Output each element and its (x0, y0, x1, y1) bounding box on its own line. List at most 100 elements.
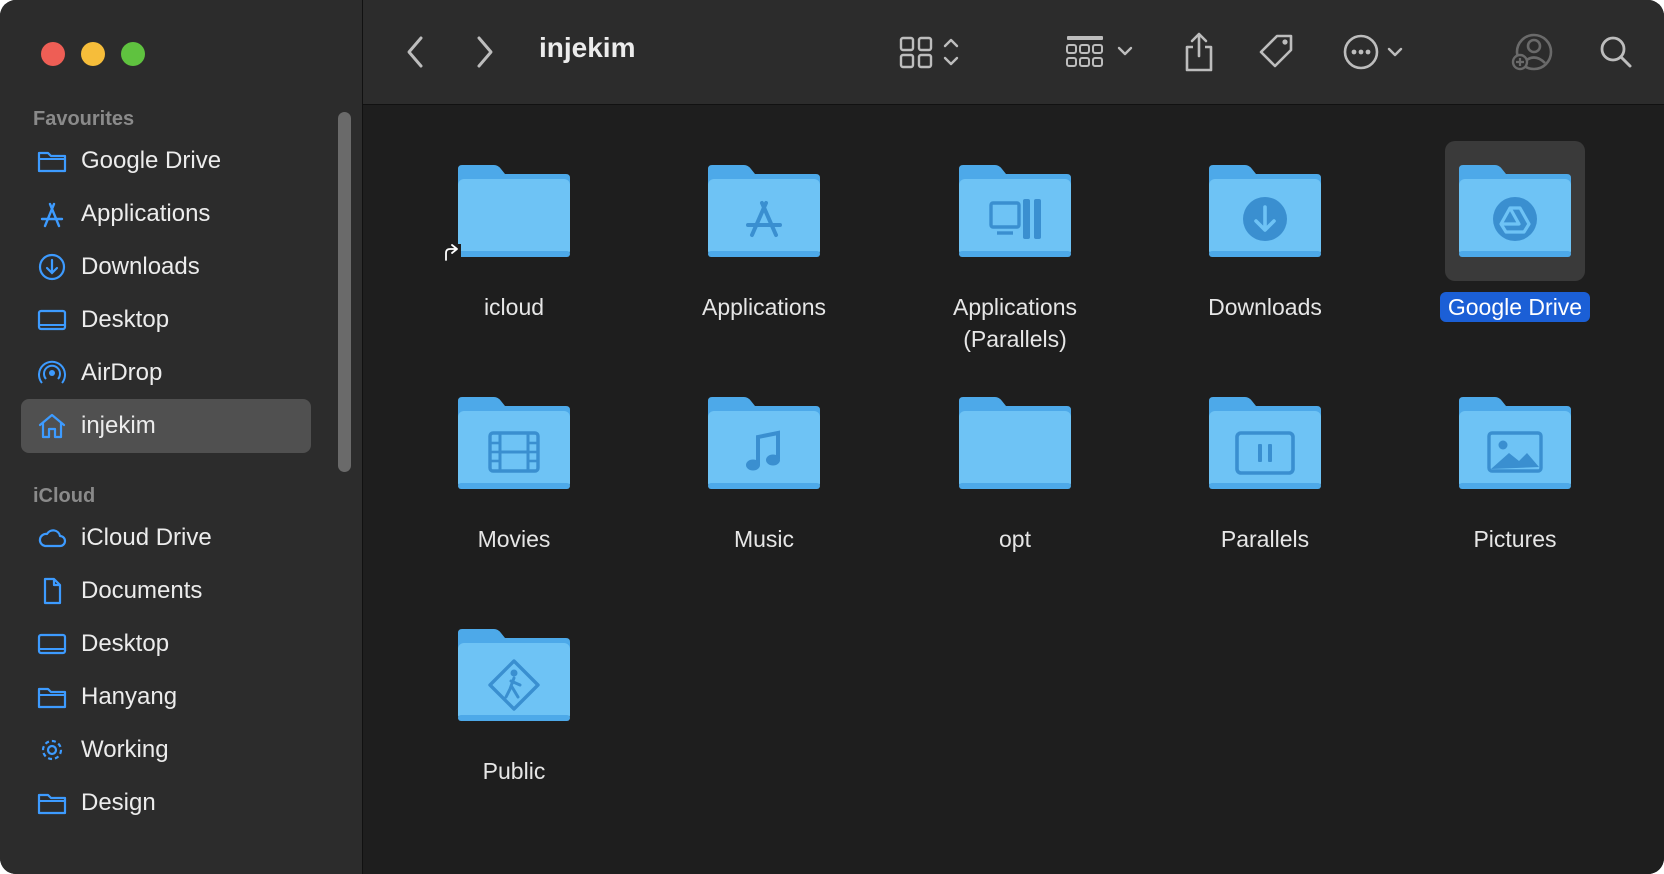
sidebar-item-label: Desktop (81, 306, 170, 333)
folder-item-icloud[interactable]: icloud (409, 141, 619, 361)
pictures-folder-icon (1459, 397, 1571, 489)
folder-icon-container (1195, 373, 1335, 513)
maximize-window-button[interactable] (121, 42, 145, 66)
minimize-window-button[interactable] (81, 42, 105, 66)
downloads-folder-icon (1209, 165, 1321, 257)
sidebar-item-label: Applications (81, 200, 211, 227)
favourites-heading: Favourites (33, 108, 135, 130)
sidebar-item-label: Design (81, 789, 156, 816)
sidebar-item-label: Google Drive (81, 147, 222, 174)
folder-item-opt[interactable]: opt (910, 373, 1120, 593)
music-folder-icon (708, 397, 820, 489)
grid-view-icon[interactable] (897, 30, 973, 74)
sidebar-item-airdrop[interactable]: AirDrop (21, 346, 311, 400)
folder-item-music[interactable]: Music (659, 373, 869, 593)
search-icon[interactable] (1596, 30, 1636, 74)
folder-item-parallels[interactable]: Parallels (1160, 373, 1370, 593)
sidebar-item-injekim[interactable]: injekim (21, 399, 311, 453)
folder-icon (37, 793, 67, 815)
share-icon[interactable] (1181, 30, 1217, 74)
desktop-icon (37, 309, 67, 331)
tag-icon[interactable] (1257, 30, 1297, 74)
more-icon[interactable] (1341, 30, 1411, 74)
back-icon[interactable] (403, 30, 429, 74)
sidebar-item-google-drive[interactable]: Google Drive (21, 134, 311, 188)
alias-arrow-icon (443, 244, 461, 262)
folder-label: Applications (Parallels) (952, 294, 1078, 352)
folder-label: icloud (483, 294, 545, 320)
sidebar-item-downloads[interactable]: Downloads (21, 240, 311, 294)
folder-label: Movies (477, 526, 551, 552)
sidebar-item-label: Downloads (81, 253, 200, 280)
folder-item-movies[interactable]: Movies (409, 373, 619, 593)
group-icon[interactable] (1065, 30, 1139, 74)
sidebar-item-desktop[interactable]: Desktop (21, 293, 311, 347)
google-drive-folder-icon (1459, 165, 1571, 257)
applications-folder-icon (708, 165, 820, 257)
movies-folder-icon (458, 397, 570, 489)
home-icon (38, 413, 66, 439)
sidebar-item-label: Documents (81, 577, 203, 604)
icloud-heading: iCloud (33, 485, 96, 507)
folder-icon-container (945, 373, 1085, 513)
airdrop-icon (38, 360, 66, 384)
sidebar-item-label: injekim (81, 412, 156, 439)
sidebar: Favourites Google Drive Applications Dow… (0, 0, 363, 874)
gear-icon (41, 739, 63, 761)
folder-icon-container (1195, 141, 1335, 281)
folder-label: Pictures (1473, 526, 1557, 552)
close-window-button[interactable] (41, 42, 65, 66)
folder-icon-container (694, 373, 834, 513)
sidebar-item-label: Hanyang (81, 683, 178, 710)
sidebar-item-applications[interactable]: Applications (21, 187, 311, 241)
folder-item-pictures[interactable]: Pictures (1410, 373, 1620, 593)
toolbar: injekim (363, 0, 1664, 105)
parallels-folder-icon (1209, 397, 1321, 489)
sidebar-item-hanyang[interactable]: Hanyang (21, 670, 311, 724)
folder-label: Parallels (1220, 526, 1310, 552)
sidebar-item-design[interactable]: Design (21, 776, 311, 830)
public-folder-icon (458, 629, 570, 721)
sidebar-scrollbar[interactable] (338, 112, 351, 472)
file-grid: icloud Applications Applications (Parall… (363, 105, 1664, 874)
window-title: injekim (539, 32, 636, 63)
folder-icon-container (1445, 141, 1585, 281)
sidebar-item-working[interactable]: Working (21, 723, 311, 777)
sidebar-item-label: iCloud Drive (81, 524, 212, 551)
folder-item-applications-parallels[interactable]: Applications (Parallels) (910, 141, 1120, 361)
folder-icon (37, 151, 67, 173)
cloud-icon (38, 529, 67, 548)
folder-label: opt (999, 526, 1031, 552)
folder-icon (959, 397, 1071, 489)
sidebar-item-label: Working (81, 736, 169, 763)
folder-label: Music (733, 526, 795, 552)
folder-icon (37, 687, 67, 709)
sidebar-item-documents[interactable]: Documents (21, 564, 311, 618)
parallels-apps-folder-icon (959, 165, 1071, 257)
folder-icon-container (945, 141, 1085, 281)
folder-item-downloads[interactable]: Downloads (1160, 141, 1370, 361)
forward-icon[interactable] (471, 30, 497, 74)
document-icon (43, 577, 62, 605)
shared-user-icon[interactable] (1510, 30, 1554, 74)
sidebar-item-label: Desktop (81, 630, 170, 657)
sidebar-item-icloud-desktop[interactable]: Desktop (21, 617, 311, 671)
folder-label: Applications (701, 294, 827, 320)
finder-window: Favourites Google Drive Applications Dow… (0, 0, 1664, 874)
folder-label: Downloads (1208, 294, 1322, 320)
download-icon (38, 253, 66, 281)
sidebar-item-icloud-drive[interactable]: iCloud Drive (21, 511, 311, 565)
folder-label: Public (482, 758, 546, 784)
folder-label: Google Drive (1410, 291, 1620, 323)
folder-icon-container (444, 373, 584, 513)
applications-icon (40, 202, 64, 228)
folder-item-google-drive[interactable]: Google Drive (1410, 141, 1620, 361)
folder-icon-container (443, 141, 584, 281)
folder-icon-container (694, 141, 834, 281)
folder-item-public[interactable]: Public (409, 605, 619, 825)
folder-icon (458, 165, 570, 257)
folder-icon-container (444, 605, 584, 745)
sidebar-item-label: AirDrop (81, 359, 163, 386)
folder-item-applications[interactable]: Applications (659, 141, 869, 361)
desktop-icon (37, 633, 67, 655)
